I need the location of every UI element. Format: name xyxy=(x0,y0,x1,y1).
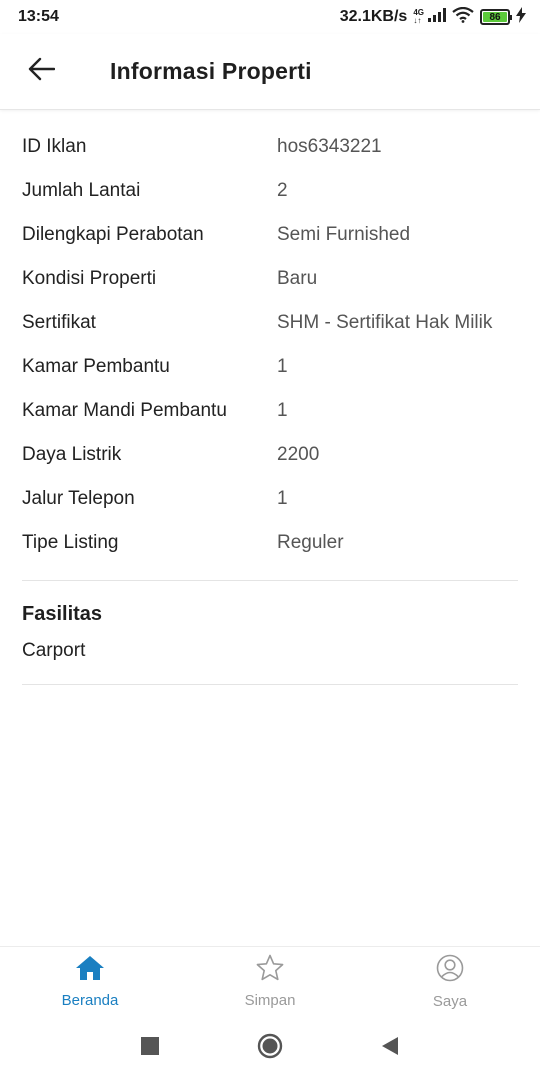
detail-label: Kondisi Properti xyxy=(22,268,157,289)
battery-level: 86 xyxy=(483,12,507,23)
square-icon xyxy=(141,1036,159,1060)
detail-value: 2200 xyxy=(277,444,320,465)
home-button[interactable] xyxy=(255,1033,285,1063)
triangle-back-icon xyxy=(381,1036,399,1061)
detail-label: Kamar Pembantu xyxy=(22,356,170,377)
detail-row-phone-line: Jalur Telepon 1 xyxy=(22,477,518,521)
detail-label: ID Iklan xyxy=(22,136,87,157)
nav-home[interactable]: Beranda xyxy=(0,947,180,1016)
star-icon xyxy=(256,954,284,986)
detail-label: Daya Listrik xyxy=(22,444,122,465)
system-nav-bar xyxy=(0,1016,540,1080)
detail-label: Sertifikat xyxy=(22,312,96,333)
battery-icon: 86 xyxy=(480,9,512,25)
detail-label: Tipe Listing xyxy=(22,532,119,553)
detail-label: Jumlah Lantai xyxy=(22,180,141,201)
app-bar: Informasi Properti xyxy=(0,34,540,110)
detail-label: Jalur Telepon xyxy=(22,488,135,509)
detail-value: SHM - Sertifikat Hak Milik xyxy=(277,312,493,333)
detail-value: Baru xyxy=(277,268,318,289)
status-bar: 13:54 32.1KB/s 4G ↓↑ 86 xyxy=(0,0,540,34)
detail-row-floors: Jumlah Lantai 2 xyxy=(22,169,518,213)
network-arrows: ↓↑ xyxy=(413,16,422,25)
detail-label: Dilengkapi Perabotan xyxy=(22,224,204,245)
detail-label: Kamar Mandi Pembantu xyxy=(22,400,227,421)
nav-profile[interactable]: Saya xyxy=(360,947,540,1016)
detail-value: 1 xyxy=(277,400,288,421)
detail-row-condition: Kondisi Properti Baru xyxy=(22,257,518,301)
bottom-nav: Beranda Simpan Saya xyxy=(0,946,540,1016)
arrow-left-icon xyxy=(27,57,56,86)
wifi-icon xyxy=(452,6,474,28)
detail-row-listing-type: Tipe Listing Reguler xyxy=(22,521,518,565)
status-icons: 32.1KB/s 4G ↓↑ 86 xyxy=(339,6,526,28)
property-info-content: ID Iklan hos6343221 Jumlah Lantai 2 Dile… xyxy=(0,110,540,685)
nav-saved-label: Simpan xyxy=(244,992,296,1009)
nav-home-label: Beranda xyxy=(61,991,119,1009)
network-speed: 32.1KB/s xyxy=(339,8,408,25)
network-type: 4G ↓↑ xyxy=(413,9,424,25)
detail-value: 1 xyxy=(277,488,288,509)
charging-icon xyxy=(516,6,526,28)
circle-icon xyxy=(257,1033,283,1064)
property-details-list: ID Iklan hos6343221 Jumlah Lantai 2 Dile… xyxy=(22,110,518,581)
nav-saved[interactable]: Simpan xyxy=(180,947,360,1016)
detail-value: hos6343221 xyxy=(277,136,382,157)
recents-button[interactable] xyxy=(135,1033,165,1063)
nav-profile-label: Saya xyxy=(432,992,468,1010)
back-button[interactable] xyxy=(0,34,82,110)
facilities-list: Carport xyxy=(22,626,518,685)
facility-item: Carport xyxy=(22,640,86,661)
user-icon xyxy=(436,954,464,987)
back-system-button[interactable] xyxy=(375,1033,405,1063)
signal-icon xyxy=(428,7,446,27)
detail-value: 1 xyxy=(277,356,288,377)
detail-value: 2 xyxy=(277,180,288,201)
facilities-title: Fasilitas xyxy=(22,603,103,625)
detail-row-furnishing: Dilengkapi Perabotan Semi Furnished xyxy=(22,213,518,257)
detail-row-ad-id: ID Iklan hos6343221 xyxy=(22,125,518,169)
home-icon xyxy=(75,955,105,986)
detail-row-certificate: Sertifikat SHM - Sertifikat Hak Milik xyxy=(22,301,518,345)
detail-value: Reguler xyxy=(277,532,344,553)
detail-row-electricity: Daya Listrik 2200 xyxy=(22,433,518,477)
detail-row-maid-room: Kamar Pembantu 1 xyxy=(22,345,518,389)
page-title: Informasi Properti xyxy=(110,58,312,84)
status-time: 13:54 xyxy=(18,8,59,25)
detail-row-maid-bathroom: Kamar Mandi Pembantu 1 xyxy=(22,389,518,433)
detail-value: Semi Furnished xyxy=(277,224,411,245)
